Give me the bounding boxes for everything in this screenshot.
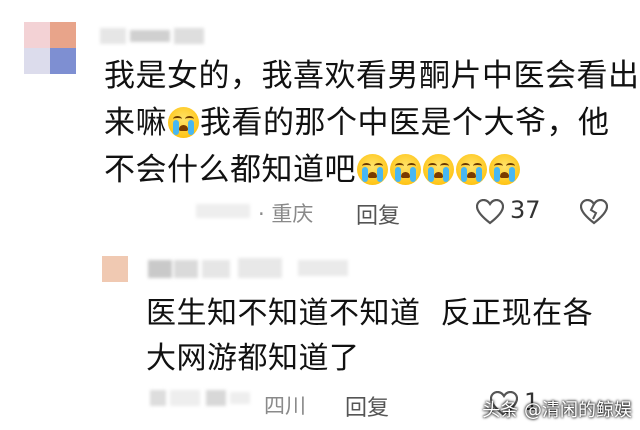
like-count: 37: [510, 196, 541, 224]
avatar[interactable]: [24, 22, 82, 80]
timestamp-blurred: [150, 388, 254, 408]
loudly-crying-face-icon: [423, 154, 454, 185]
location-text: 四川: [264, 394, 306, 418]
comment-line: 来嘛 我看的那个中医是个大爷，他: [104, 105, 610, 141]
comment-line: 大网游都知道了: [146, 341, 360, 376]
comment-line: 我是女的，我喜欢看男酮片中医会看出: [104, 58, 640, 94]
comment-line: 不会什么都知道吧: [104, 147, 640, 194]
username[interactable]: [148, 258, 358, 280]
reply-button[interactable]: 回复: [345, 390, 389, 422]
username[interactable]: [100, 28, 210, 44]
loudly-crying-face-icon: [489, 154, 520, 185]
heart-icon: [476, 199, 504, 225]
avatar[interactable]: [102, 256, 128, 282]
loudly-crying-face-icon: [357, 154, 388, 185]
loudly-crying-face-icon: [168, 107, 199, 138]
broken-heart-icon[interactable]: [580, 199, 608, 225]
comment-line: 医生知不知道不知道 反正现在各: [146, 296, 594, 331]
like-button[interactable]: 37: [476, 196, 546, 228]
loudly-crying-face-icon: [390, 154, 421, 185]
location-text: · 重庆: [258, 202, 314, 226]
comment-body: 我是女的，我喜欢看男酮片中医会看出 来嘛 我看的那个中医是个大爷，他 不会什么都知…: [104, 53, 640, 194]
timestamp-blurred: [196, 204, 250, 218]
reply-button[interactable]: 回复: [356, 198, 400, 230]
comment-body: 医生知不知道不知道 反正现在各 大网游都知道了: [146, 291, 593, 381]
loudly-crying-face-icon: [456, 154, 487, 185]
watermark: 头条 @清闲的鲸娱: [482, 400, 632, 421]
